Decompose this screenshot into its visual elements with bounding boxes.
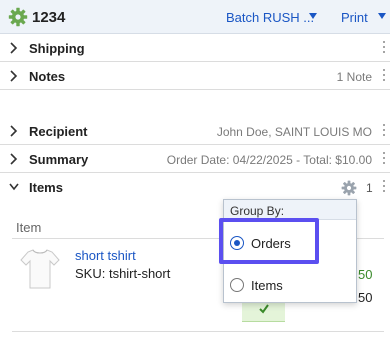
chevron-right-icon bbox=[10, 70, 18, 82]
batch-dropdown[interactable]: Batch RUSH ... bbox=[226, 10, 314, 25]
section-title: Recipient bbox=[29, 124, 88, 139]
selection-highlight bbox=[219, 218, 319, 264]
chevron-down-icon bbox=[9, 183, 19, 191]
gear-icon[interactable] bbox=[8, 7, 28, 27]
radio-items[interactable] bbox=[230, 278, 244, 292]
section-summary[interactable]: Summary Order Date: 04/22/2025 - Total: … bbox=[0, 145, 390, 173]
chevron-right-icon bbox=[10, 153, 18, 165]
section-items[interactable]: Items bbox=[0, 173, 390, 201]
notes-count: 1 Note bbox=[336, 70, 372, 84]
order-summary: Order Date: 04/22/2025 - Total: $10.00 bbox=[166, 153, 372, 167]
section-title: Notes bbox=[29, 69, 66, 84]
popup-header: Group By: bbox=[224, 200, 356, 220]
divider bbox=[12, 331, 384, 332]
chevron-right-icon bbox=[10, 42, 18, 54]
item-value: 50 bbox=[358, 267, 373, 282]
items-count: 1 bbox=[366, 181, 373, 195]
check-icon bbox=[259, 304, 269, 314]
chevron-right-icon bbox=[10, 125, 18, 137]
caret-down-icon[interactable] bbox=[309, 13, 317, 19]
item-sku: SKU: tshirt-short bbox=[75, 266, 171, 281]
kebab-menu-icon[interactable] bbox=[382, 41, 386, 55]
item-name-link[interactable]: short tshirt bbox=[75, 248, 136, 263]
item-value: 50 bbox=[358, 290, 373, 305]
column-header-item: Item bbox=[16, 220, 42, 235]
section-title: Items bbox=[29, 180, 63, 195]
kebab-menu-icon[interactable] bbox=[382, 152, 386, 166]
kebab-menu-icon[interactable] bbox=[382, 180, 386, 194]
recipient-summary: John Doe, SAINT LOUIS MO bbox=[216, 125, 372, 139]
section-recipient[interactable]: Recipient John Doe, SAINT LOUIS MO bbox=[0, 117, 390, 145]
gear-icon[interactable] bbox=[341, 180, 357, 196]
order-number: 1234 bbox=[32, 9, 66, 26]
section-title: Shipping bbox=[29, 41, 85, 56]
order-header: 1234 Batch RUSH ... Print bbox=[0, 0, 390, 34]
kebab-menu-icon[interactable] bbox=[382, 124, 386, 138]
section-shipping[interactable]: Shipping bbox=[0, 34, 390, 62]
section-notes[interactable]: Notes 1 Note bbox=[0, 62, 390, 90]
popup-title: Group By: bbox=[230, 204, 285, 218]
caret-down-icon[interactable] bbox=[378, 13, 386, 19]
kebab-menu-icon[interactable] bbox=[382, 69, 386, 83]
section-title: Summary bbox=[29, 152, 89, 167]
option-label-items[interactable]: Items bbox=[251, 278, 283, 293]
print-dropdown[interactable]: Print bbox=[341, 10, 368, 25]
product-thumbnail[interactable] bbox=[20, 246, 60, 290]
